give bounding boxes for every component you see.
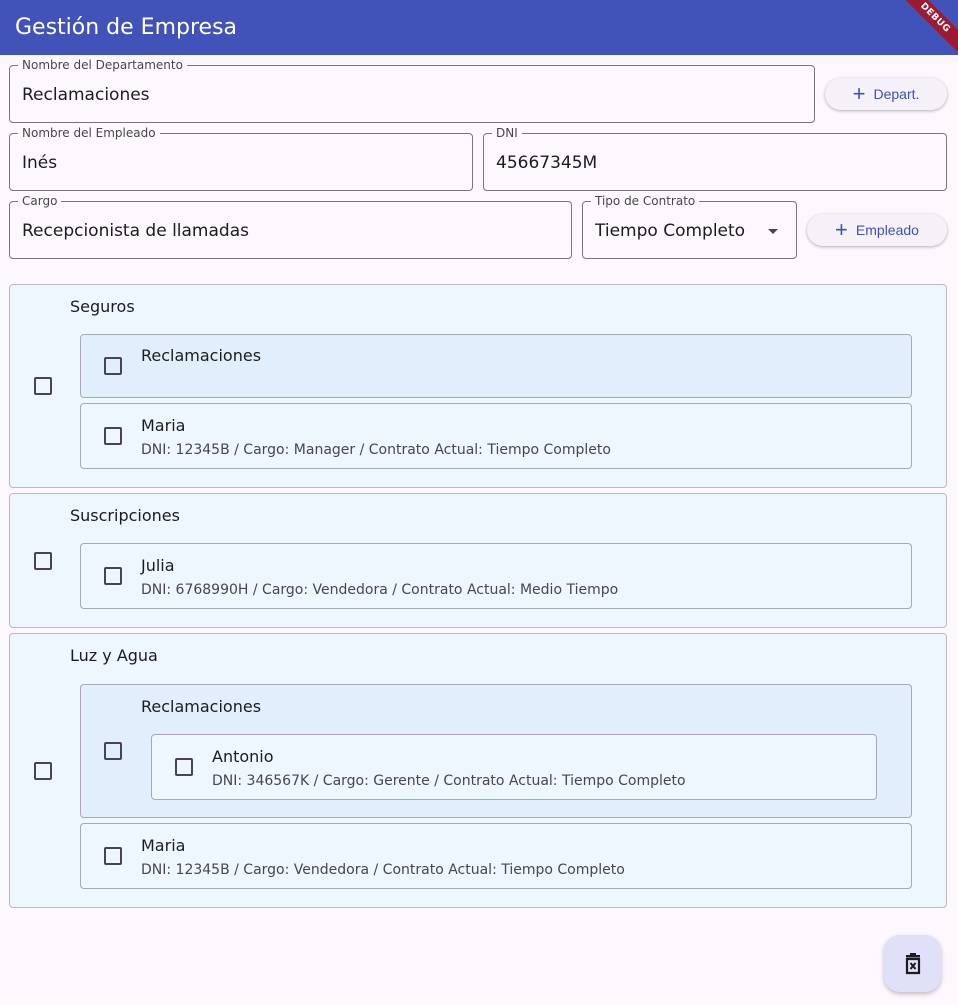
subdepartment-card: Reclamaciones (80, 334, 912, 398)
employee-name: Maria (141, 416, 186, 435)
employee-name-value: Inés (22, 153, 58, 173)
department-card: Luz y Agua Reclamaciones Antonio DNI: 34… (9, 633, 947, 908)
department-checkbox[interactable] (34, 762, 52, 780)
employee-name-label: Nombre del Empleado (18, 125, 160, 141)
contract-type-value: Tiempo Completo (595, 221, 746, 241)
contract-type-dropdown[interactable]: Tipo de Contrato Tiempo Completo (582, 193, 797, 259)
department-name-label: Nombre del Departamento (18, 57, 187, 73)
department-card: Seguros Reclamaciones Maria DNI: 12345B … (9, 284, 947, 488)
employee-details: DNI: 346567K / Cargo: Gerente / Contrato… (212, 773, 686, 789)
employee-name-field[interactable]: Nombre del Empleado Inés (9, 125, 473, 191)
employee-checkbox[interactable] (104, 427, 122, 445)
subdepartment-checkbox[interactable] (104, 357, 122, 375)
employee-name: Julia (141, 556, 175, 575)
department-checkbox[interactable] (34, 552, 52, 570)
employee-name: Antonio (212, 747, 274, 766)
dni-value: 45667345M (496, 153, 598, 173)
plus-icon: + (835, 217, 848, 242)
subdepartment-checkbox[interactable] (104, 742, 122, 760)
subdepartment-title: Reclamaciones (141, 346, 262, 365)
delete-sweep-icon (905, 952, 920, 974)
department-card: Suscripciones Julia DNI: 6768990H / Carg… (9, 493, 947, 628)
employee-checkbox[interactable] (104, 567, 122, 585)
add-department-label: Depart. (873, 86, 920, 102)
employee-checkbox[interactable] (104, 847, 122, 865)
dropdown-arrow-icon (768, 229, 778, 234)
employee-checkbox[interactable] (175, 758, 193, 776)
debug-banner: DEBUG (897, 0, 958, 55)
department-title: Luz y Agua (70, 646, 158, 665)
employee-details: DNI: 6768990H / Cargo: Vendedora / Contr… (141, 582, 619, 598)
employee-card: Antonio DNI: 346567K / Cargo: Gerente / … (151, 734, 877, 800)
dni-label: DNI (492, 125, 522, 141)
add-employee-button[interactable]: + Empleado (807, 214, 947, 246)
employee-details: DNI: 12345B / Cargo: Vendedora / Contrat… (141, 862, 625, 878)
delete-button[interactable] (884, 935, 941, 992)
app-title: Gestión de Empresa (15, 15, 238, 40)
position-value: Recepcionista de llamadas (22, 221, 249, 241)
department-title: Seguros (70, 297, 135, 316)
add-department-button[interactable]: + Depart. (825, 78, 947, 110)
app-bar: Gestión de Empresa DEBUG (0, 0, 958, 55)
employee-name: Maria (141, 836, 186, 855)
employee-card: Julia DNI: 6768990H / Cargo: Vendedora /… (80, 543, 912, 609)
dni-field[interactable]: DNI 45667345M (483, 125, 947, 191)
employee-details: DNI: 12345B / Cargo: Manager / Contrato … (141, 442, 611, 458)
department-checkbox[interactable] (34, 377, 52, 395)
position-label: Cargo (18, 193, 62, 209)
subdepartment-card: Reclamaciones Antonio DNI: 346567K / Car… (80, 684, 912, 818)
plus-icon: + (852, 81, 866, 106)
contract-type-label: Tipo de Contrato (591, 193, 700, 209)
department-title: Suscripciones (70, 506, 180, 525)
department-name-value: Reclamaciones (22, 85, 150, 105)
subdepartment-title: Reclamaciones (141, 697, 262, 716)
position-field[interactable]: Cargo Recepcionista de llamadas (9, 193, 572, 259)
department-name-field[interactable]: Nombre del Departamento Reclamaciones (9, 57, 815, 123)
employee-card: Maria DNI: 12345B / Cargo: Manager / Con… (80, 403, 912, 469)
employee-card: Maria DNI: 12345B / Cargo: Vendedora / C… (80, 823, 912, 889)
add-employee-label: Empleado (855, 222, 919, 238)
